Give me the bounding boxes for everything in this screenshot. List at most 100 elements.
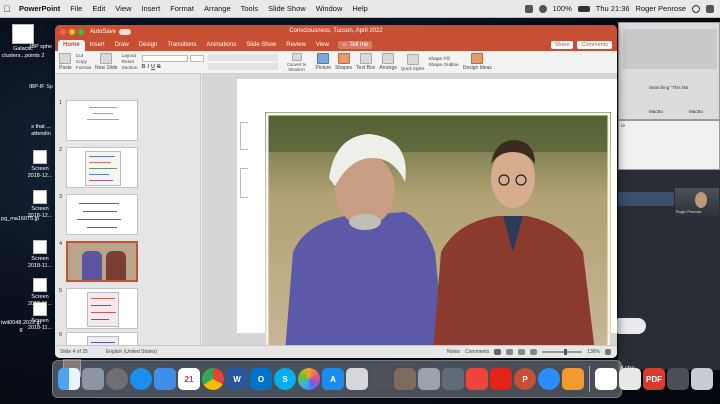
menu-help[interactable]: Help bbox=[347, 4, 372, 13]
finder-icon[interactable] bbox=[58, 368, 80, 390]
picture-button[interactable]: Picture bbox=[316, 53, 331, 71]
tab-view[interactable]: View bbox=[311, 40, 334, 51]
slide-show-icon[interactable] bbox=[530, 349, 538, 355]
tab-transitions[interactable]: Transitions bbox=[162, 40, 201, 51]
desktop-file[interactable]: IBP sphe bbox=[26, 44, 56, 51]
slide-thumbnail-3[interactable]: 3 bbox=[59, 194, 197, 237]
autosave-toggle[interactable] bbox=[119, 28, 132, 35]
slide-thumbnail-4[interactable]: 4 bbox=[59, 241, 197, 284]
zoom-icon[interactable] bbox=[538, 368, 560, 390]
pdf-document-icon[interactable] bbox=[595, 368, 617, 390]
shapes-button[interactable]: Shapes bbox=[335, 53, 352, 71]
finder-item-macbook[interactable]: MacBo bbox=[649, 109, 663, 114]
copy-button[interactable]: Copy bbox=[76, 60, 91, 65]
paste-button[interactable]: Paste bbox=[59, 53, 72, 71]
bold-button[interactable]: B bbox=[142, 64, 146, 70]
menu-edit[interactable]: Edit bbox=[87, 4, 110, 13]
menu-format[interactable]: Format bbox=[165, 4, 199, 13]
underline-button[interactable]: U bbox=[151, 64, 155, 70]
zoom-slider[interactable] bbox=[542, 349, 583, 355]
outlook-icon[interactable]: O bbox=[250, 368, 272, 390]
desktop-file[interactable]: Galactic clusters...points 2 bbox=[1, 24, 45, 59]
finder-window[interactable]: Searching "This Ma MacBo MacBo bbox=[618, 22, 720, 120]
layout-button[interactable]: Layout bbox=[122, 54, 138, 59]
menu-window[interactable]: Window bbox=[311, 4, 348, 13]
design-ideas-button[interactable]: Design Ideas bbox=[463, 53, 492, 71]
zoom-status-icon[interactable] bbox=[524, 4, 533, 13]
mail-icon[interactable] bbox=[154, 368, 176, 390]
convert-smartart-button[interactable]: Convert to SmartArt bbox=[282, 52, 312, 72]
slide-thumbnail-1[interactable]: 1 bbox=[59, 100, 197, 143]
share-button[interactable]: Share bbox=[550, 41, 574, 49]
format-painter-button[interactable]: Format bbox=[76, 66, 91, 71]
language-status[interactable]: English (United States) bbox=[106, 349, 157, 355]
control-center-icon[interactable] bbox=[706, 4, 714, 13]
italic-button[interactable]: I bbox=[148, 64, 150, 70]
calendar-icon[interactable]: 21 bbox=[178, 368, 200, 390]
pages-icon[interactable] bbox=[562, 368, 584, 390]
skype-icon[interactable]: S bbox=[274, 368, 296, 390]
menu-view[interactable]: View bbox=[110, 4, 136, 13]
battery-percent[interactable]: 100% bbox=[553, 4, 572, 13]
tab-insert[interactable]: Insert bbox=[85, 40, 110, 51]
shape-outline-button[interactable]: Shape Outline bbox=[428, 63, 458, 68]
new-slide-button[interactable]: New Slide bbox=[95, 53, 118, 71]
tab-animations[interactable]: Animations bbox=[202, 40, 242, 51]
font-name-input[interactable] bbox=[141, 54, 188, 62]
cut-button[interactable]: Cut bbox=[76, 54, 91, 59]
acrobat-icon[interactable] bbox=[490, 368, 512, 390]
wifi-icon[interactable] bbox=[538, 4, 547, 13]
slide-thumbnail-5[interactable]: 5 bbox=[59, 288, 197, 331]
menu-file[interactable]: File bbox=[65, 4, 87, 13]
arrange-button[interactable]: Arrange bbox=[379, 53, 397, 71]
battery-icon[interactable] bbox=[577, 5, 590, 12]
screen-share-icon[interactable] bbox=[442, 368, 464, 390]
menu-app-powerpoint[interactable]: PowerPoint bbox=[14, 4, 65, 13]
launchpad-icon[interactable] bbox=[82, 368, 104, 390]
scanner-icon[interactable] bbox=[418, 368, 440, 390]
slide-photograph[interactable] bbox=[265, 112, 611, 352]
fit-to-window-icon[interactable] bbox=[605, 349, 611, 355]
apple-icon[interactable]:  bbox=[0, 4, 14, 14]
photos-icon[interactable] bbox=[298, 368, 320, 390]
menu-slide-show[interactable]: Slide Show bbox=[263, 4, 311, 13]
alignment-row[interactable] bbox=[207, 63, 278, 70]
anydesk-icon[interactable] bbox=[466, 368, 488, 390]
menu-tools[interactable]: Tools bbox=[236, 4, 264, 13]
section-button[interactable]: Section bbox=[122, 66, 138, 71]
tab-home[interactable]: Home bbox=[58, 40, 85, 51]
strikethrough-button[interactable]: S bbox=[157, 64, 161, 70]
zoom-window-button[interactable] bbox=[78, 28, 84, 35]
trash-icon[interactable] bbox=[691, 368, 713, 390]
search-icon[interactable] bbox=[692, 4, 700, 13]
quick-styles-button[interactable]: Quick Styles bbox=[401, 53, 424, 71]
reading-view-icon[interactable] bbox=[518, 349, 526, 355]
minimize-window-button[interactable] bbox=[69, 28, 75, 35]
downloads-icon[interactable] bbox=[667, 368, 689, 390]
font-size-input[interactable] bbox=[189, 54, 204, 62]
desktop-file[interactable]: Screen 2018-12... bbox=[24, 150, 56, 179]
text-box-button[interactable]: Text Box bbox=[356, 53, 375, 71]
user-name[interactable]: Roger Penrose bbox=[636, 4, 686, 13]
tell-me-search[interactable]: ☼ Tell me bbox=[337, 41, 373, 49]
desktop-file[interactable]: Screen 2018-11... bbox=[24, 240, 56, 269]
slide-thumbnail-2[interactable]: 2 bbox=[59, 147, 197, 190]
desktop-file[interactable]: pg_ma16075.jp bbox=[0, 216, 77, 273]
powerpoint-icon[interactable]: P bbox=[514, 368, 536, 390]
tab-review[interactable]: Review bbox=[281, 40, 311, 51]
slide-sorter-icon[interactable] bbox=[506, 349, 514, 355]
menu-insert[interactable]: Insert bbox=[136, 4, 165, 13]
zoom-level[interactable]: 136% bbox=[587, 349, 600, 355]
word-icon[interactable]: W bbox=[226, 368, 248, 390]
app-store-icon[interactable]: A bbox=[322, 368, 344, 390]
preview-icon[interactable] bbox=[346, 368, 368, 390]
chrome-icon[interactable] bbox=[202, 368, 224, 390]
tab-slide-show[interactable]: Slide Show bbox=[241, 40, 281, 51]
finder-item-macbook[interactable]: MacBo bbox=[689, 109, 703, 114]
system-preferences-icon[interactable] bbox=[106, 368, 128, 390]
notes-button[interactable]: Notes bbox=[447, 349, 460, 355]
desktop-file[interactable]: IBP-IF Sp bbox=[26, 84, 56, 91]
tab-draw[interactable]: Draw bbox=[110, 40, 134, 51]
reset-button[interactable]: Reset bbox=[122, 60, 138, 65]
shape-fill-button[interactable]: Shape Fill bbox=[428, 57, 458, 62]
